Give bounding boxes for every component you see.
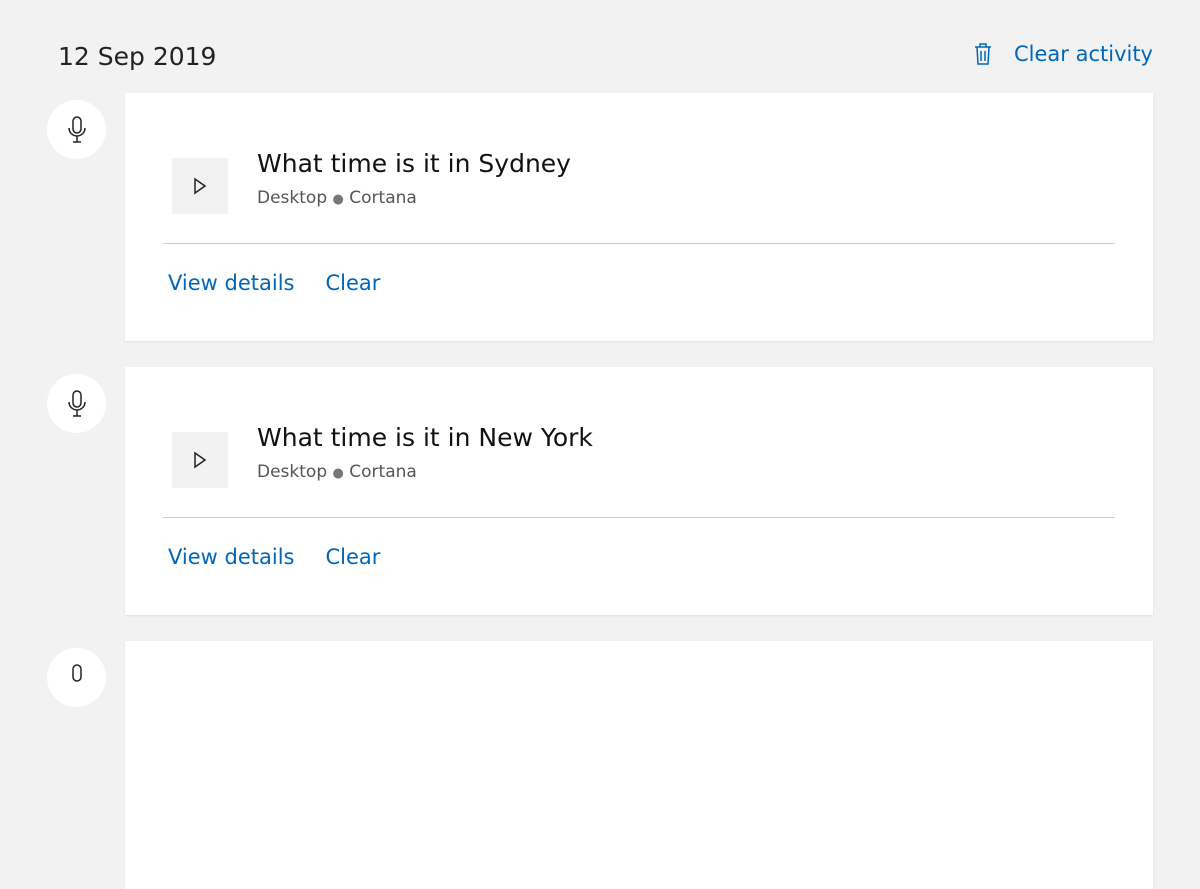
- clear-activity-label: Clear activity: [1013, 42, 1153, 66]
- activity-card: What time is it in New York Desktop ● Co…: [125, 367, 1153, 615]
- clear-link[interactable]: Clear: [325, 271, 380, 295]
- play-icon: [194, 451, 207, 469]
- activity-meta: Desktop ● Cortana: [257, 462, 417, 482]
- divider: [163, 243, 1115, 244]
- divider: [163, 517, 1115, 518]
- play-button[interactable]: [172, 432, 228, 488]
- play-button[interactable]: [172, 158, 228, 214]
- view-details-link[interactable]: View details: [168, 545, 294, 569]
- separator-dot: ●: [332, 466, 344, 481]
- clear-activity-button[interactable]: Clear activity: [974, 42, 1153, 66]
- activity-meta: Desktop ● Cortana: [257, 188, 417, 208]
- activity-title: What time is it in New York: [257, 423, 593, 452]
- separator-dot: ●: [332, 192, 344, 207]
- source-label: Cortana: [349, 462, 417, 482]
- activity-title: What time is it in Sydney: [257, 149, 571, 178]
- trash-icon: [974, 43, 991, 65]
- view-details-link[interactable]: View details: [168, 271, 294, 295]
- clear-link[interactable]: Clear: [325, 545, 380, 569]
- activity-card: [125, 641, 1153, 889]
- activity-date: 12 Sep 2019: [58, 42, 217, 71]
- source-label: Cortana: [349, 188, 417, 208]
- device-label: Desktop: [257, 462, 328, 482]
- mic-icon: [47, 100, 106, 159]
- device-label: Desktop: [257, 188, 328, 208]
- mic-icon: [47, 374, 106, 433]
- activity-card: What time is it in Sydney Desktop ● Cort…: [125, 93, 1153, 341]
- play-icon: [194, 177, 207, 195]
- mic-icon: [47, 648, 106, 707]
